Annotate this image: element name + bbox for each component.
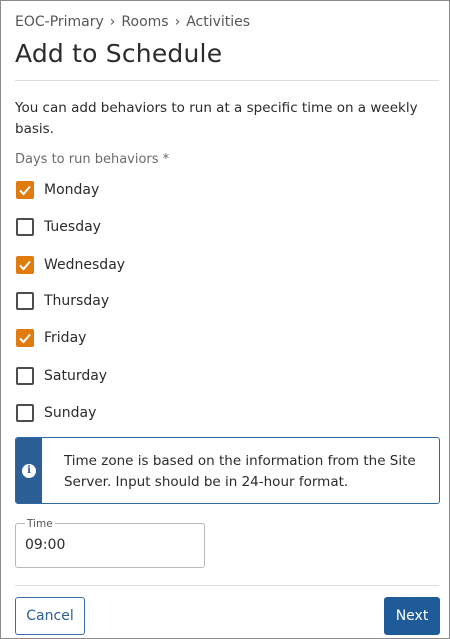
add-to-schedule-dialog: EOC-Primary › Rooms › Activities Add to … (0, 0, 450, 639)
checkmark-icon (19, 260, 31, 271)
breadcrumb-item-activities[interactable]: Activities (186, 14, 250, 30)
breadcrumb-item-eoc-primary[interactable]: EOC-Primary (15, 14, 104, 30)
day-checkbox-sunday[interactable]: Sunday (16, 403, 96, 423)
cancel-button[interactable]: Cancel (15, 597, 85, 635)
checkmark-icon (19, 185, 31, 196)
day-checkbox-monday[interactable]: Monday (16, 180, 99, 200)
breadcrumb-separator: › (174, 14, 181, 30)
checkmark-icon (19, 333, 31, 344)
day-checkbox-saturday[interactable]: Saturday (16, 366, 107, 386)
breadcrumb-item-rooms[interactable]: Rooms (121, 14, 168, 30)
days-field-label: Days to run behaviors * (15, 152, 170, 167)
day-label: Monday (44, 182, 100, 198)
info-banner-text: Time zone is based on the information fr… (63, 453, 416, 490)
day-label: Saturday (44, 368, 108, 384)
checkbox[interactable] (16, 329, 34, 347)
day-label: Friday (44, 330, 87, 346)
day-checkbox-friday[interactable]: Friday (16, 328, 86, 348)
day-checkbox-wednesday[interactable]: Wednesday (16, 255, 125, 275)
page-title: Add to Schedule (15, 39, 223, 68)
time-field-label: Time (25, 518, 55, 530)
day-label: Tuesday (44, 219, 101, 235)
breadcrumb: EOC-Primary › Rooms › Activities (15, 14, 250, 30)
day-checkbox-tuesday[interactable]: Tuesday (16, 217, 101, 237)
divider (15, 80, 439, 81)
next-button[interactable]: Next (384, 597, 440, 635)
day-label: Wednesday (44, 257, 126, 273)
checkbox[interactable] (16, 181, 34, 199)
info-icon: i (21, 463, 36, 478)
breadcrumb-separator: › (109, 14, 116, 30)
checkbox[interactable] (16, 256, 34, 274)
day-checkbox-thursday[interactable]: Thursday (16, 291, 109, 311)
page-description: You can add behaviors to run at a specif… (15, 100, 418, 137)
time-input[interactable] (25, 537, 195, 553)
checkbox[interactable] (16, 367, 34, 385)
checkbox[interactable] (16, 218, 34, 236)
time-field: Time (15, 518, 205, 568)
day-label: Thursday (44, 293, 110, 309)
day-label: Sunday (44, 405, 97, 421)
checkbox[interactable] (16, 292, 34, 310)
divider (15, 585, 439, 586)
info-banner: i Time zone is based on the information … (15, 437, 440, 504)
info-banner-strip: i (16, 438, 42, 503)
checkbox[interactable] (16, 404, 34, 422)
